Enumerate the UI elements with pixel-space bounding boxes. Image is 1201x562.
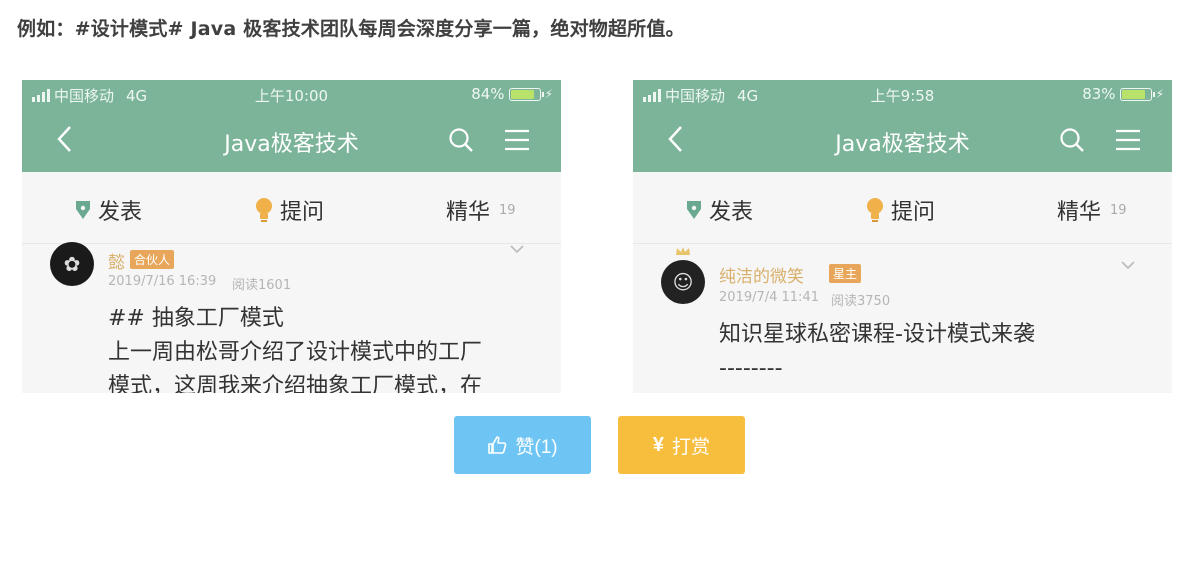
post-line: ## 抽象工厂模式 [108, 306, 284, 331]
pen-icon [76, 201, 90, 219]
tab-featured-label: 精华 [1057, 200, 1102, 225]
search-icon[interactable] [1058, 126, 1086, 154]
post-username: 纯洁的微笑 [719, 267, 804, 287]
menu-icon[interactable] [503, 126, 531, 154]
tab-post[interactable]: 发表 [685, 194, 753, 226]
avatar: ✿ [50, 242, 94, 286]
tab-featured[interactable]: 精华 19 [446, 194, 516, 226]
tab-post-label: 发表 [98, 200, 143, 225]
thumbs-up-icon [488, 436, 507, 454]
reward-button[interactable]: ¥ 打赏 [618, 416, 745, 474]
post-date: 2019/7/4 11:41 [719, 290, 819, 305]
article-caption: 例如：#设计模式# Java 极客技术团队每周会深度分享一篇，绝对物超所值。 [17, 18, 685, 40]
tab-post-label: 发表 [709, 200, 754, 225]
featured-count: 19 [499, 202, 516, 218]
action-tabs: 发表 提问 精华 19 [633, 172, 1172, 244]
tab-ask-label: 提问 [891, 200, 936, 225]
battery-icon [1119, 87, 1155, 101]
group-title: Java极客技术 [224, 132, 359, 157]
search-icon[interactable] [447, 126, 475, 154]
app-header: 中国移动 4G 上午10:00 84% ⚡ Java极客技术 [22, 80, 561, 172]
featured-count: 19 [1110, 202, 1127, 218]
group-title: Java极客技术 [835, 132, 970, 157]
menu-icon[interactable] [1114, 126, 1142, 154]
battery-percent: 84% [471, 85, 505, 103]
yen-icon: ¥ [652, 433, 665, 456]
tab-ask-label: 提问 [280, 200, 325, 225]
like-button[interactable]: 赞(1) [454, 416, 591, 474]
post-line: 上一周由松哥介绍了设计模式中的工厂 [108, 340, 483, 365]
tab-ask[interactable]: 提问 [865, 194, 935, 226]
tab-post[interactable]: 发表 [74, 194, 142, 226]
status-bar: 中国移动 4G 上午9:58 83% ⚡ [633, 85, 1172, 105]
role-badge: 星主 [829, 264, 862, 283]
lightbulb-icon [256, 198, 272, 222]
screenshot-left: 中国移动 4G 上午10:00 84% ⚡ Java极客技术 发表 提问 精华 … [22, 80, 561, 393]
post-reads: 阅读3750 [831, 294, 891, 309]
app-header: 中国移动 4G 上午9:58 83% ⚡ Java极客技术 [633, 80, 1172, 172]
battery-icon [508, 87, 544, 101]
post-line: -------- [719, 356, 783, 381]
post-line: 知识星球私密课程-设计模式来袭 [719, 322, 1035, 347]
lightbulb-icon [867, 198, 883, 222]
post-line: 模式，这周我来介绍抽象工厂模式，在 [108, 374, 483, 393]
pen-icon [687, 201, 701, 219]
like-label: 赞(1) [515, 436, 558, 458]
post-item[interactable]: ✿ 懿 合伙人 2019/7/16 16:39 阅读1601 ## 抽象工厂模式… [22, 242, 561, 393]
post-item[interactable]: ☺ 纯洁的微笑 星主 2019/7/4 11:41 阅读3750 知识星球私密课… [633, 244, 1172, 393]
screenshot-right: 中国移动 4G 上午9:58 83% ⚡ Java极客技术 发表 提问 精华 1… [633, 80, 1172, 393]
post-date: 2019/7/16 16:39 [108, 274, 217, 289]
action-tabs: 发表 提问 精华 19 [22, 172, 561, 244]
avatar: ☺ [661, 260, 705, 304]
post-reads: 阅读1601 [232, 278, 292, 293]
charging-icon: ⚡ [1155, 87, 1164, 101]
reward-label: 打赏 [672, 436, 711, 458]
tab-featured-label: 精华 [446, 200, 491, 225]
tab-ask[interactable]: 提问 [254, 194, 324, 226]
status-bar: 中国移动 4G 上午10:00 84% ⚡ [22, 85, 561, 105]
post-username: 懿 [108, 253, 125, 273]
crown-icon [676, 247, 690, 255]
tab-featured[interactable]: 精华 19 [1057, 194, 1127, 226]
battery-percent: 83% [1082, 85, 1116, 103]
role-badge: 合伙人 [130, 250, 175, 269]
chevron-down-icon[interactable] [1121, 260, 1135, 270]
charging-icon: ⚡ [544, 87, 553, 101]
chevron-down-icon[interactable] [510, 244, 524, 254]
